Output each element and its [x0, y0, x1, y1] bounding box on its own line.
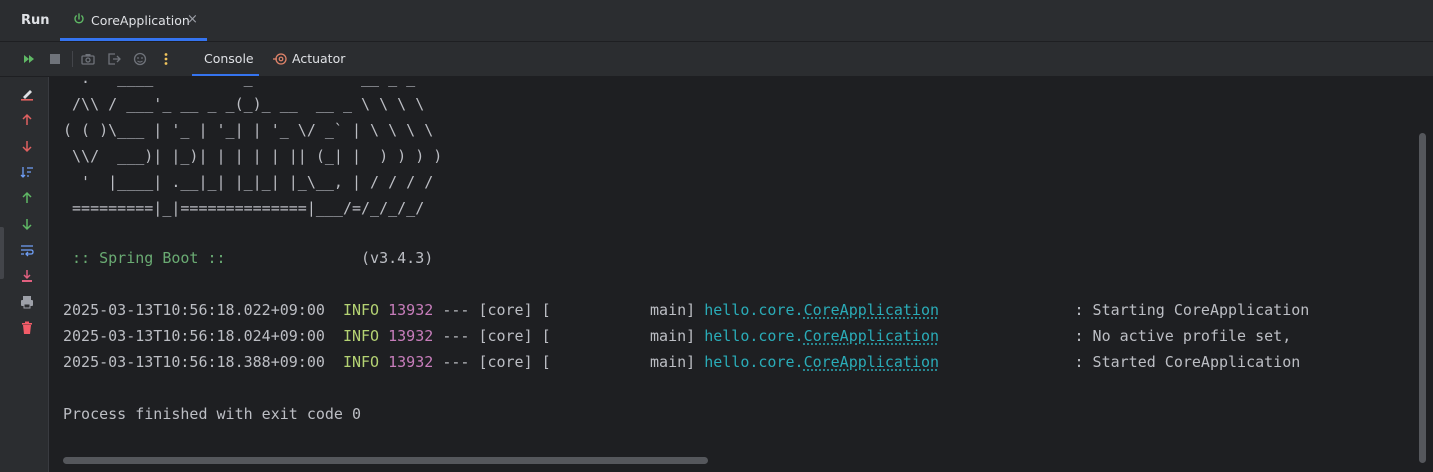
run-tool-window-header: Run CoreApplication ×: [0, 0, 1433, 42]
log-class-link[interactable]: CoreApplication: [804, 301, 939, 319]
log-thread: [ main]: [541, 301, 696, 319]
exit-icon[interactable]: [106, 51, 122, 67]
clear-icon[interactable]: [19, 86, 35, 102]
console-toolbar: Console Actuator: [0, 42, 1433, 77]
more-icon[interactable]: [158, 51, 174, 67]
process-finished-line: Process finished with exit code 0: [63, 405, 362, 423]
active-tab-indicator: [192, 74, 259, 76]
spring-boot-padding: [235, 249, 361, 267]
trash-icon[interactable]: [19, 320, 35, 336]
power-icon: [74, 13, 84, 24]
console-gutter: [0, 77, 49, 472]
log-message: : Started CoreApplication: [1074, 353, 1301, 371]
down-icon[interactable]: [19, 138, 35, 154]
log-message: : No active profile set,: [1074, 327, 1292, 345]
previous-icon[interactable]: [19, 190, 35, 206]
log-line: 2025-03-13T10:56:18.022+09:00 INFO 13932…: [63, 297, 1309, 323]
log-timestamp: 2025-03-13T10:56:18.388+09:00: [63, 353, 325, 371]
log-separator: ---: [442, 301, 470, 319]
log-timestamp: 2025-03-13T10:56:18.022+09:00: [63, 301, 325, 319]
log-line: 2025-03-13T10:56:18.024+09:00 INFO 13932…: [63, 323, 1291, 349]
banner-line: . ____ _ __ _ _: [63, 77, 416, 87]
rerun-icon[interactable]: [21, 51, 37, 67]
log-timestamp: 2025-03-13T10:56:18.024+09:00: [63, 327, 325, 345]
tab-console[interactable]: Console: [192, 42, 259, 76]
log-level: INFO: [342, 353, 380, 371]
banner-line: \\/ ___)| |_)| | | | | || (_| | ) ) ) ): [63, 147, 443, 165]
log-line: 2025-03-13T10:56:18.388+09:00 INFO 13932…: [63, 349, 1300, 375]
log-class-link[interactable]: CoreApplication: [804, 353, 939, 371]
log-separator: ---: [442, 327, 470, 345]
close-icon[interactable]: ×: [187, 12, 198, 27]
scroll-end-icon[interactable]: [19, 268, 35, 284]
toolbar-separator: [72, 51, 73, 67]
log-app: [core]: [478, 327, 533, 345]
log-level: INFO: [342, 327, 380, 345]
tab-core-application[interactable]: CoreApplication ×: [60, 0, 207, 41]
tab-actuator-label: Actuator: [292, 51, 346, 66]
tab-label: CoreApplication: [91, 13, 190, 28]
camera-icon[interactable]: [80, 51, 96, 67]
banner-line: ' |____| .__|_| |_|_| |_\__, | / / / /: [63, 173, 434, 191]
log-thread: [ main]: [541, 353, 696, 371]
next-icon[interactable]: [19, 216, 35, 232]
log-message: : Starting CoreApplication: [1074, 301, 1310, 319]
wrap-icon[interactable]: [19, 242, 35, 258]
log-class-link[interactable]: CoreApplication: [804, 327, 939, 345]
log-pid: 13932: [388, 327, 434, 345]
tab-console-label: Console: [204, 51, 254, 66]
run-label[interactable]: Run: [21, 13, 50, 28]
banner-line: =========|_|==============|___/=/_/_/_/: [63, 199, 425, 217]
log-thread: [ main]: [541, 327, 696, 345]
sort-icon[interactable]: [19, 164, 35, 180]
horizontal-scrollbar[interactable]: [63, 457, 708, 464]
console-output[interactable]: . ____ _ __ _ _ /\\ / ___'_ __ _ _(_)_ _…: [49, 77, 1419, 462]
log-package: hello.core.: [704, 301, 804, 319]
actuator-icon: [273, 53, 287, 65]
vertical-scrollbar[interactable]: [1419, 133, 1426, 463]
stop-icon[interactable]: [47, 51, 63, 67]
log-app: [core]: [478, 353, 533, 371]
up-icon[interactable]: [19, 112, 35, 128]
log-pid: 13932: [388, 301, 434, 319]
spring-boot-label: :: Spring Boot ::: [63, 249, 235, 267]
banner-line: ( ( )\___ | '_ | '_| | '_ \/ _` | \ \ \ …: [63, 121, 434, 139]
log-pid: 13932: [388, 353, 434, 371]
log-package: hello.core.: [704, 353, 804, 371]
print-icon[interactable]: [19, 294, 35, 310]
active-tab-indicator: [60, 38, 207, 41]
log-separator: ---: [442, 353, 470, 371]
gutter-resize-handle[interactable]: [0, 227, 4, 279]
banner-line: /\\ / ___'_ __ _ _(_)_ __ __ _ \ \ \ \: [63, 95, 425, 113]
settings-icon[interactable]: [132, 51, 148, 67]
spring-boot-version: (v3.4.3): [361, 249, 434, 267]
log-level: INFO: [342, 301, 380, 319]
log-app: [core]: [478, 301, 533, 319]
log-package: hello.core.: [704, 327, 804, 345]
spring-boot-line: :: Spring Boot :: (v3.4.3): [63, 245, 433, 271]
